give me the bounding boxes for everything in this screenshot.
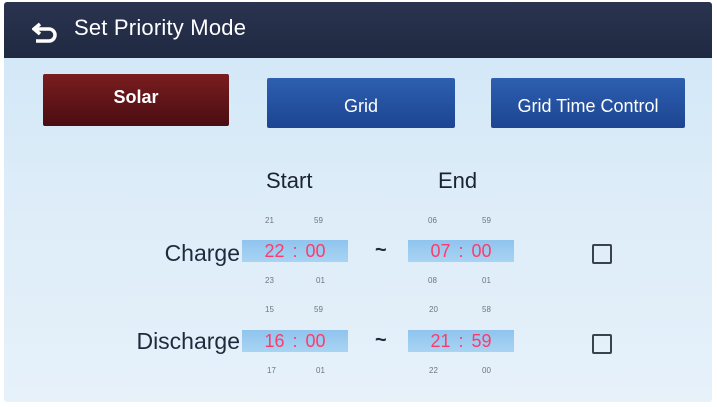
screen: Set Priority Mode Solar Grid Grid Time C…: [4, 2, 712, 402]
discharge-start-minute-next: 01: [316, 366, 325, 375]
discharge-enable-checkbox[interactable]: [592, 334, 612, 354]
discharge-end-minute-next: 00: [482, 366, 491, 375]
time-colon: :: [292, 330, 298, 351]
discharge-label: Discharge: [136, 328, 240, 354]
solar-mode-button[interactable]: Solar: [43, 74, 229, 126]
charge-start-hour[interactable]: 22: [264, 241, 284, 262]
grid-mode-button[interactable]: Grid: [267, 78, 455, 128]
discharge-start-hour-next: 17: [267, 366, 276, 375]
discharge-end-minute-prev: 58: [482, 305, 491, 314]
discharge-end-time-picker[interactable]: 21 : 59: [408, 330, 514, 352]
discharge-range-separator: ~: [375, 329, 387, 351]
charge-start-hour-prev: 21: [265, 216, 274, 225]
grid-time-control-button[interactable]: Grid Time Control: [491, 78, 685, 128]
charge-end-time-picker[interactable]: 07 : 00: [408, 240, 514, 262]
charge-end-minute-prev: 59: [482, 216, 491, 225]
discharge-start-time-picker[interactable]: 16 : 00: [242, 330, 348, 352]
page-title: Set Priority Mode: [74, 15, 247, 40]
charge-enable-checkbox[interactable]: [592, 244, 612, 264]
charge-start-minute[interactable]: 00: [306, 241, 326, 262]
charge-end-hour[interactable]: 07: [430, 241, 450, 262]
charge-end-hour-next: 08: [428, 276, 437, 285]
charge-start-time-picker[interactable]: 22 : 00: [242, 240, 348, 262]
start-column-heading: Start: [266, 168, 313, 193]
discharge-end-hour-prev: 20: [429, 305, 438, 314]
charge-end-minute[interactable]: 00: [472, 241, 492, 262]
charge-start-minute-next: 01: [316, 276, 325, 285]
time-colon: :: [458, 330, 464, 351]
end-column-heading: End: [438, 168, 478, 193]
charge-start-hour-next: 23: [265, 276, 274, 285]
charge-label: Charge: [164, 240, 240, 266]
time-colon: :: [292, 240, 298, 261]
discharge-start-minute[interactable]: 00: [306, 331, 326, 352]
charge-start-minute-prev: 59: [314, 216, 323, 225]
charge-end-minute-next: 01: [482, 276, 491, 285]
charge-end-hour-prev: 06: [428, 216, 437, 225]
discharge-start-minute-prev: 59: [314, 305, 323, 314]
discharge-end-hour-next: 22: [429, 366, 438, 375]
discharge-end-hour[interactable]: 21: [430, 331, 450, 352]
back-icon[interactable]: [32, 18, 60, 44]
charge-range-separator: ~: [375, 239, 387, 261]
time-colon: :: [458, 240, 464, 261]
discharge-end-minute[interactable]: 59: [472, 331, 492, 352]
header-bar: Set Priority Mode: [4, 2, 712, 58]
discharge-start-hour[interactable]: 16: [264, 331, 284, 352]
discharge-start-hour-prev: 15: [265, 305, 274, 314]
